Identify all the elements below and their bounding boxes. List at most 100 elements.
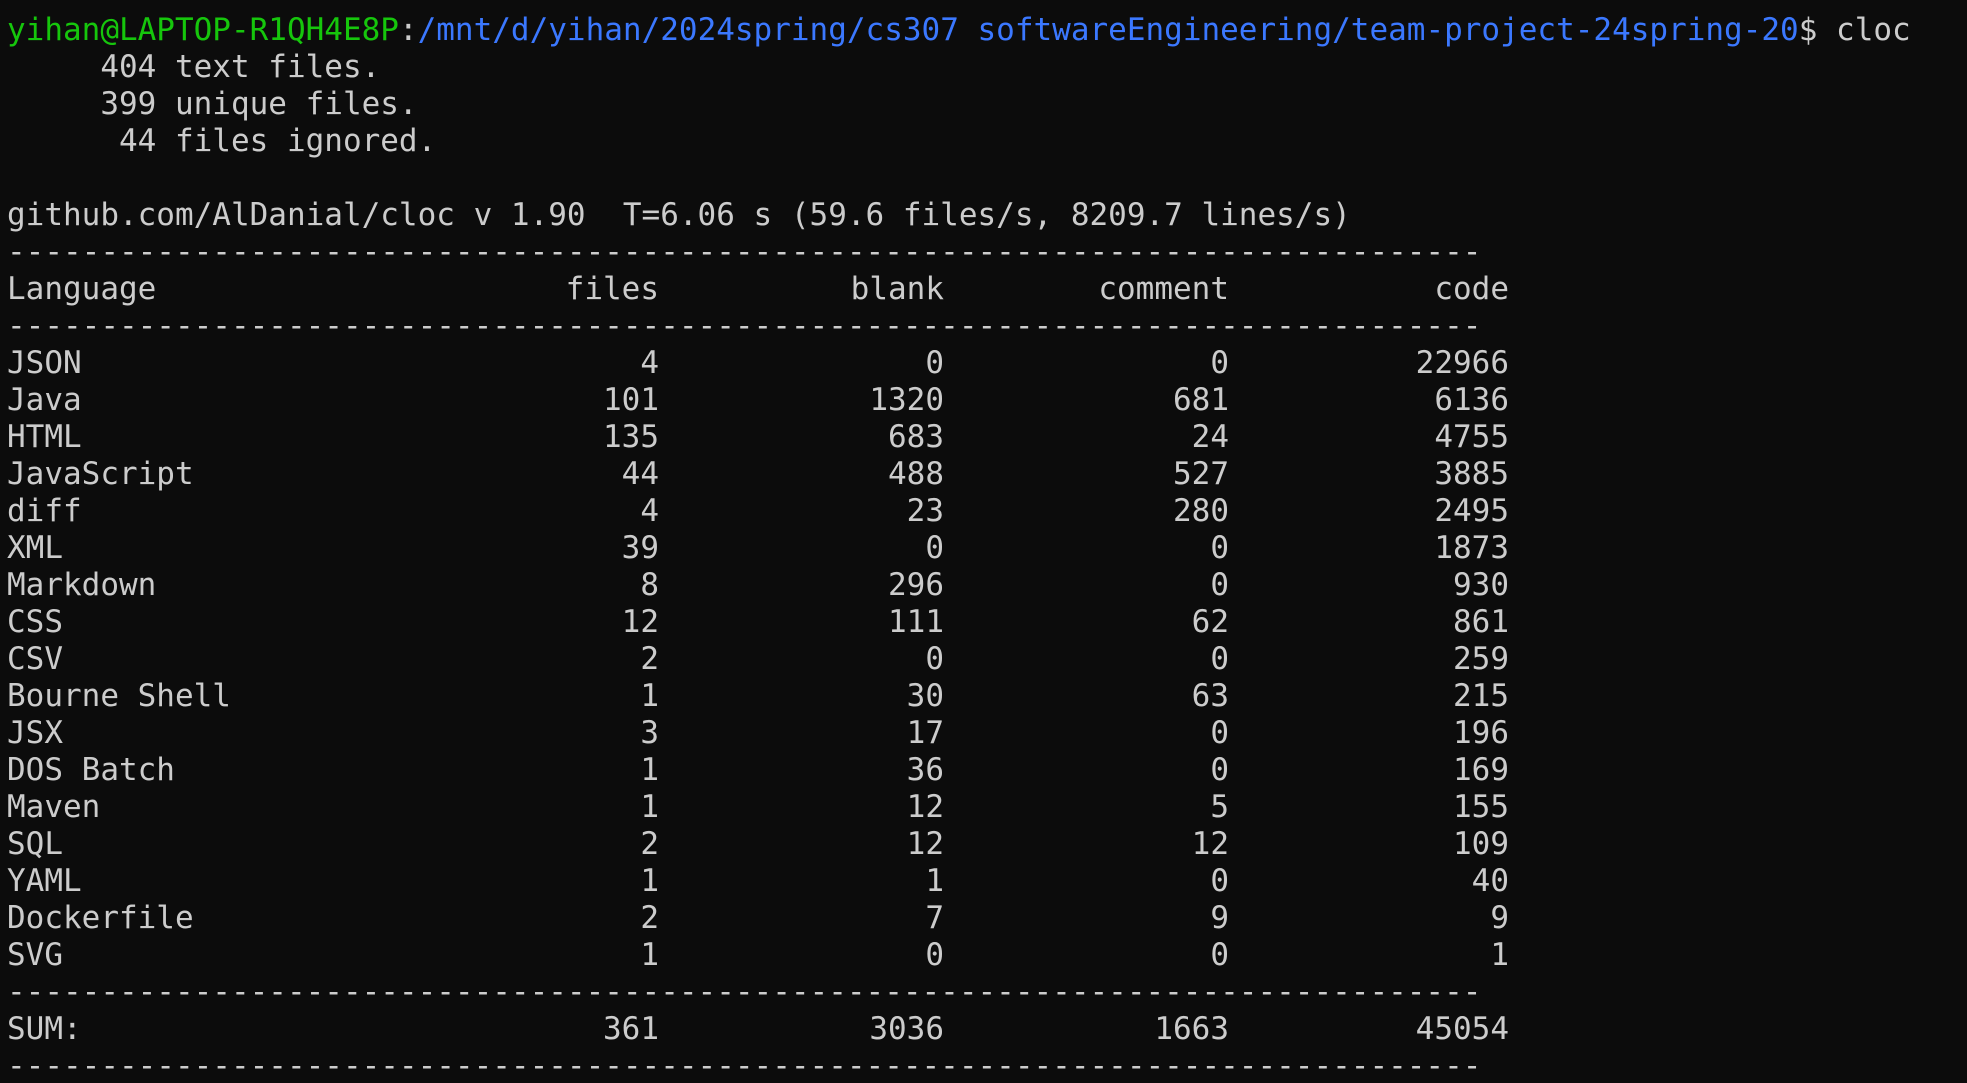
summary-line: 44 files ignored. [7,123,437,159]
cell-blank: 30 [906,678,944,714]
cell-files: 2 [640,641,659,677]
cell-files: 1 [640,937,659,973]
cell-language: SQL [7,826,63,862]
cell-files: 39 [621,530,659,566]
cloc-info-line: github.com/AlDanial/cloc v 1.90 T=6.06 s… [7,197,1351,233]
table-row: SVG 1 0 0 1 [7,937,1509,974]
cell-comment: 24 [1191,419,1229,455]
cell-blank: 0 [925,530,944,566]
table-header: Language files blank comment code [7,271,1509,308]
cell-blank: 683 [888,419,944,455]
cell-files: 2 [640,900,659,936]
cell-blank: 1 [925,863,944,899]
table-row: JSX 3 17 0 196 [7,715,1509,752]
cell-language: JSX [7,715,63,751]
cell-comment: 0 [1210,641,1229,677]
prompt-symbol: $ [1798,12,1837,48]
table-row: JSON 4 0 0 22966 [7,345,1509,382]
terminal-window[interactable]: yihan@LAPTOP-R1QH4E8P:/mnt/d/yihan/2024s… [0,0,1967,1083]
header-comment: comment [1098,271,1229,307]
separator-line: ----------------------------------------… [7,1048,1482,1083]
command-text: cloc [1836,12,1911,48]
table-body: JSON 4 0 0 22966 Java 101 1320 681 6136 HTML 135 683… [7,345,1967,974]
cell-code: 6136 [1434,382,1509,418]
header-language: Language [7,271,157,307]
separator-line: ----------------------------------------… [7,308,1482,344]
cell-blank: 17 [906,715,944,751]
cell-language: Dockerfile [7,900,194,936]
cell-code: 169 [1453,752,1509,788]
cell-code: 215 [1453,678,1509,714]
cell-blank: 488 [888,456,944,492]
cell-code: 155 [1453,789,1509,825]
cell-comment: 0 [1210,863,1229,899]
table-row: JavaScript 44 488 527 3885 [7,456,1509,493]
cell-code: 4755 [1434,419,1509,455]
cell-code: 22966 [1415,345,1509,381]
table-row: Java 101 1320 681 6136 [7,382,1509,419]
cell-comment: 280 [1173,493,1229,529]
cell-comment: 0 [1210,752,1229,788]
cell-comment: 0 [1210,345,1229,381]
table-row: Markdown 8 296 0 930 [7,567,1509,604]
cell-comment: 62 [1191,604,1229,640]
header-blank: blank [850,271,944,307]
cell-comment: 0 [1210,937,1229,973]
cell-comment: 0 [1210,567,1229,603]
table-row: YAML 1 1 0 40 [7,863,1509,900]
separator-line: ----------------------------------------… [7,234,1482,270]
sum-code: 45054 [1415,1011,1509,1047]
cell-blank: 0 [925,345,944,381]
table-row: Bourne Shell 1 30 63 215 [7,678,1509,715]
table-sum-row: SUM: 361 3036 1663 45054 [7,1011,1509,1048]
cell-language: JSON [7,345,82,381]
sum-label: SUM: [7,1011,82,1047]
table-row: CSV 2 0 0 259 [7,641,1509,678]
header-files: files [565,271,659,307]
cell-files: 4 [640,493,659,529]
cell-files: 1 [640,789,659,825]
cell-comment: 63 [1191,678,1229,714]
cell-language: YAML [7,863,82,899]
cell-blank: 111 [888,604,944,640]
cell-blank: 23 [906,493,944,529]
cell-language: XML [7,530,63,566]
cell-language: Java [7,382,82,418]
cell-blank: 12 [906,826,944,862]
cell-language: JavaScript [7,456,194,492]
cell-files: 1 [640,752,659,788]
cell-language: SVG [7,937,63,973]
table-row: HTML 135 683 24 4755 [7,419,1509,456]
cell-code: 930 [1453,567,1509,603]
cell-comment: 12 [1191,826,1229,862]
cell-code: 259 [1453,641,1509,677]
cell-blank: 12 [906,789,944,825]
cell-language: diff [7,493,82,529]
cell-files: 1 [640,863,659,899]
cell-comment: 681 [1173,382,1229,418]
cell-files: 4 [640,345,659,381]
cell-files: 2 [640,826,659,862]
table-row: Maven 1 12 5 155 [7,789,1509,826]
cell-blank: 1320 [869,382,944,418]
cell-files: 1 [640,678,659,714]
cell-code: 9 [1490,900,1509,936]
prompt-user: yihan@LAPTOP-R1QH4E8P [7,12,399,48]
cell-language: Markdown [7,567,157,603]
table-row: diff 4 23 280 2495 [7,493,1509,530]
summary-line: 404 text files. [7,49,381,85]
sum-files: 361 [603,1011,659,1047]
cell-comment: 5 [1210,789,1229,825]
prompt-line: yihan@LAPTOP-R1QH4E8P:/mnt/d/yihan/2024s… [7,12,1967,49]
cell-files: 12 [621,604,659,640]
cell-blank: 7 [925,900,944,936]
cell-files: 8 [640,567,659,603]
table-row: Dockerfile 2 7 9 9 [7,900,1509,937]
separator-line: ----------------------------------------… [7,974,1482,1010]
sum-blank: 3036 [869,1011,944,1047]
cell-comment: 9 [1210,900,1229,936]
prompt-colon: : [398,12,418,48]
cell-files: 44 [621,456,659,492]
cell-language: CSS [7,604,63,640]
